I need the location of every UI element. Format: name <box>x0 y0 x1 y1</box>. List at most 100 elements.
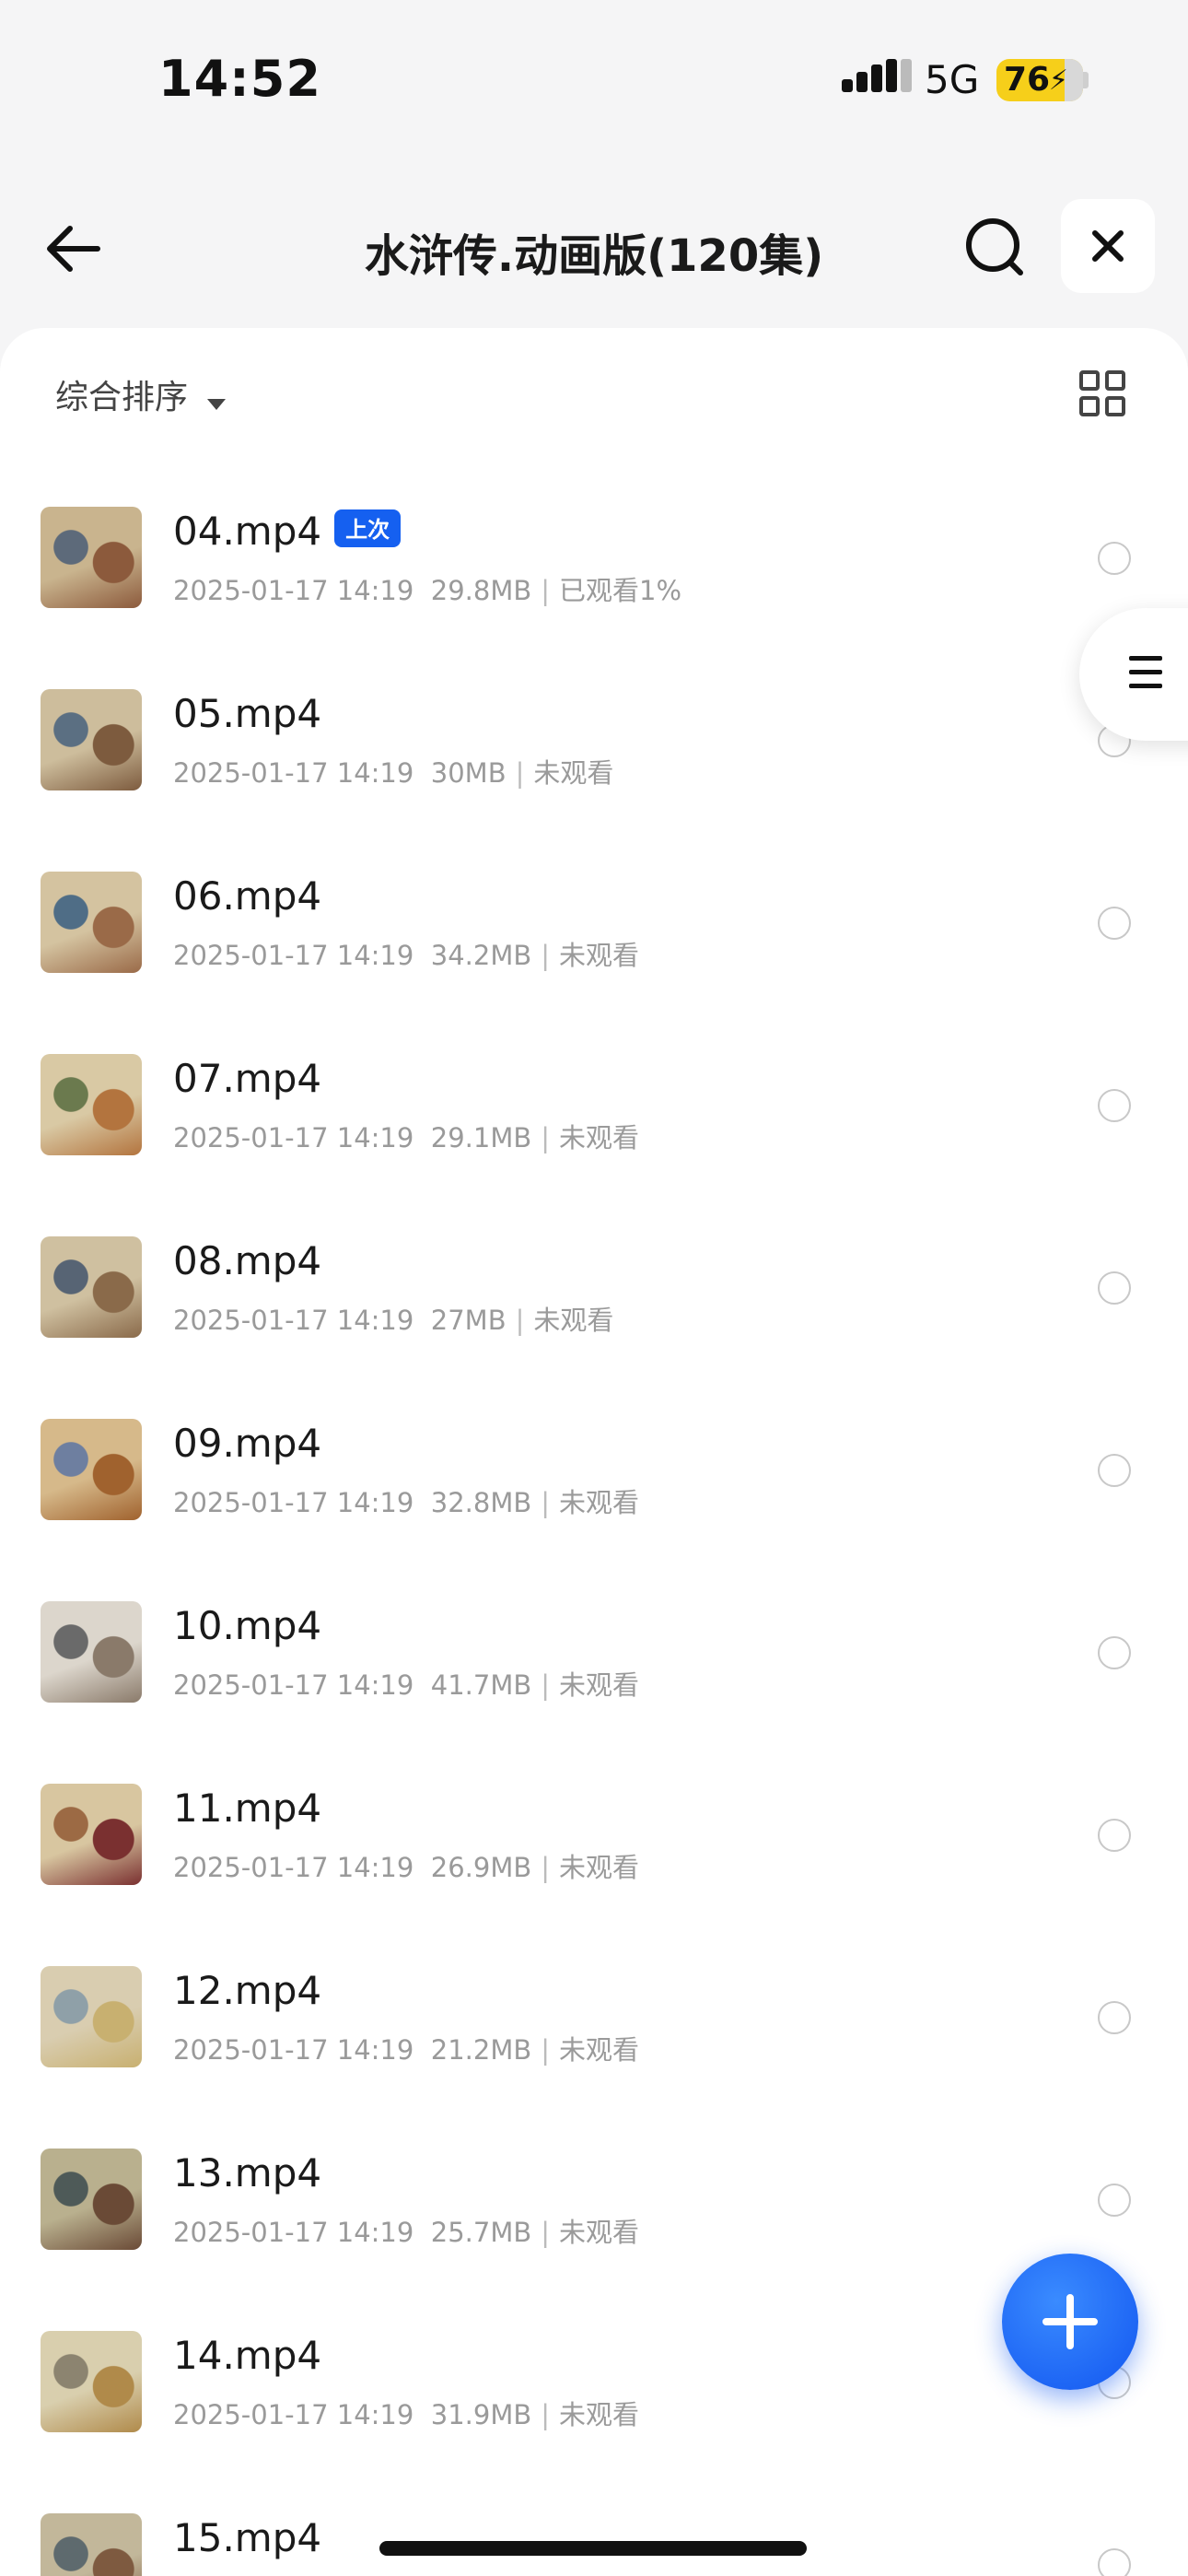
file-meta: 2025-01-17 14:19 21.2MB | 未观看 <box>173 2029 639 2067</box>
search-button[interactable] <box>958 210 1035 287</box>
file-meta: 2025-01-17 14:19 30MB | 未观看 <box>173 752 613 790</box>
signal-icon <box>842 59 912 92</box>
meta-divider: | <box>541 2034 551 2066</box>
select-radio[interactable] <box>1098 2548 1131 2576</box>
grid-view-button[interactable] <box>1077 369 1127 418</box>
file-name-text: 13.mp4 <box>173 2150 322 2195</box>
app-screen: 14:52 5G 76 ⚡ 水浒传.动画版(120集) 综合排序 04.mp4 … <box>0 0 1188 2576</box>
file-size: 29.1MB <box>430 1122 532 1153</box>
file-name: 06.mp4 <box>173 873 321 919</box>
file-list-item[interactable]: 10.mp4 2025-01-17 14:19 41.7MB | 未观看 <box>0 1563 1188 1745</box>
meta-divider: | <box>541 1487 551 1518</box>
meta-divider: | <box>541 1122 551 1153</box>
file-meta: 2025-01-17 14:19 29.1MB | 未观看 <box>173 1117 639 1155</box>
menu-icon <box>1129 656 1162 688</box>
file-list-item[interactable]: 15.mp4 2025-01-17 14:19 35.5MB|未观看 <box>0 2475 1188 2576</box>
file-date: 2025-01-17 14:19 <box>173 757 414 789</box>
watch-status: 已观看1% <box>559 575 682 606</box>
meta-divider: | <box>541 940 551 971</box>
meta-divider: | <box>541 2399 551 2430</box>
charging-bolt-icon: ⚡ <box>1048 64 1068 97</box>
file-list-item[interactable]: 07.mp4 2025-01-17 14:19 29.1MB | 未观看 <box>0 1015 1188 1198</box>
file-date: 2025-01-17 14:19 <box>173 1852 414 1883</box>
video-thumbnail <box>41 1419 142 1520</box>
search-icon <box>966 218 1023 275</box>
sort-dropdown[interactable]: 综合排序 <box>55 370 227 426</box>
file-name-text: 12.mp4 <box>173 1968 322 2013</box>
file-name-text: 15.mp4 <box>173 2515 322 2560</box>
video-thumbnail <box>41 689 142 790</box>
file-name: 05.mp4 <box>173 691 321 736</box>
network-type: 5G <box>925 57 980 102</box>
watch-status: 未观看 <box>559 1122 640 1153</box>
plus-icon <box>1042 2294 1098 2349</box>
file-list-item[interactable]: 04.mp4 上次 2025-01-17 14:19 29.8MB | 已观看1% <box>0 468 1188 650</box>
file-name: 04.mp4 上次 <box>173 509 402 554</box>
file-meta: 2025-01-17 14:19 27MB | 未观看 <box>173 1299 613 1338</box>
file-list-item[interactable]: 12.mp4 2025-01-17 14:19 21.2MB | 未观看 <box>0 1927 1188 2110</box>
watch-status: 未观看 <box>559 2399 640 2430</box>
last-watched-badge: 上次 <box>334 509 402 547</box>
file-name: 13.mp4 <box>173 2150 321 2195</box>
select-radio[interactable] <box>1098 907 1131 940</box>
file-list-item[interactable]: 13.mp4 2025-01-17 14:19 25.7MB | 未观看 <box>0 2110 1188 2292</box>
file-size: 27MB <box>430 1305 507 1336</box>
file-date: 2025-01-17 14:19 <box>173 1122 414 1153</box>
file-list-item[interactable]: 05.mp4 2025-01-17 14:19 30MB | 未观看 <box>0 650 1188 833</box>
video-thumbnail <box>41 1966 142 2067</box>
file-list-item[interactable]: 06.mp4 2025-01-17 14:19 34.2MB | 未观看 <box>0 833 1188 1015</box>
file-size: 32.8MB <box>430 1487 532 1518</box>
file-name-text: 08.mp4 <box>173 1238 322 1283</box>
home-indicator <box>379 2541 807 2556</box>
caret-down-icon <box>207 398 227 410</box>
file-name: 10.mp4 <box>173 1603 321 1648</box>
select-radio[interactable] <box>1098 2001 1131 2034</box>
file-name-text: 11.mp4 <box>173 1786 322 1831</box>
file-list-card: 综合排序 04.mp4 上次 2025-01-17 14:19 29.8MB | 已观… <box>0 328 1188 2576</box>
file-date: 2025-01-17 14:19 <box>173 940 414 971</box>
video-thumbnail <box>41 1236 142 1338</box>
select-radio[interactable] <box>1098 1636 1131 1669</box>
file-meta: 2025-01-17 14:19 31.9MB | 未观看 <box>173 2394 639 2432</box>
watch-status: 未观看 <box>559 2034 640 2066</box>
select-radio[interactable] <box>1098 1271 1131 1305</box>
file-size: 25.7MB <box>430 2217 532 2248</box>
battery-tip <box>1083 72 1089 88</box>
meta-divider: | <box>541 2217 551 2248</box>
file-meta: 2025-01-17 14:19 29.8MB | 已观看1% <box>173 569 681 608</box>
file-meta: 2025-01-17 14:19 41.7MB | 未观看 <box>173 1664 639 1703</box>
status-bar: 14:52 5G 76 ⚡ <box>0 0 1188 157</box>
status-time: 14:52 <box>158 50 321 108</box>
file-date: 2025-01-17 14:19 <box>173 575 414 606</box>
close-button[interactable] <box>1061 199 1155 293</box>
select-radio[interactable] <box>1098 1819 1131 1852</box>
file-size: 31.9MB <box>430 2399 532 2430</box>
file-date: 2025-01-17 14:19 <box>173 1669 414 1701</box>
file-list-item[interactable]: 08.mp4 2025-01-17 14:19 27MB | 未观看 <box>0 1198 1188 1380</box>
file-name: 12.mp4 <box>173 1968 321 2013</box>
file-meta: 2025-01-17 14:19 34.2MB | 未观看 <box>173 934 639 973</box>
grid-view-icon <box>1079 370 1125 416</box>
close-icon <box>1092 230 1124 262</box>
file-name-text: 06.mp4 <box>173 873 322 919</box>
file-date: 2025-01-17 14:19 <box>173 1487 414 1518</box>
select-radio[interactable] <box>1098 2184 1131 2217</box>
file-name: 07.mp4 <box>173 1056 321 1101</box>
file-size: 30MB <box>430 757 507 789</box>
select-radio[interactable] <box>1098 1089 1131 1122</box>
file-list-item[interactable]: 11.mp4 2025-01-17 14:19 26.9MB | 未观看 <box>0 1745 1188 1927</box>
file-list-item[interactable]: 09.mp4 2025-01-17 14:19 32.8MB | 未观看 <box>0 1380 1188 1563</box>
battery-level: 76 <box>1004 61 1051 99</box>
file-name: 08.mp4 <box>173 1238 321 1283</box>
watch-status: 未观看 <box>559 1487 640 1518</box>
select-radio[interactable] <box>1098 1454 1131 1487</box>
file-meta: 2025-01-17 14:19 32.8MB | 未观看 <box>173 1481 639 1520</box>
battery-icon: 76 ⚡ <box>996 59 1083 101</box>
meta-divider: | <box>515 1305 525 1336</box>
file-name-text: 14.mp4 <box>173 2333 322 2378</box>
file-date: 2025-01-17 14:19 <box>173 1305 414 1336</box>
file-name-text: 07.mp4 <box>173 1056 322 1101</box>
video-thumbnail <box>41 1601 142 1703</box>
add-button[interactable] <box>1002 2254 1138 2390</box>
select-radio[interactable] <box>1098 542 1131 575</box>
